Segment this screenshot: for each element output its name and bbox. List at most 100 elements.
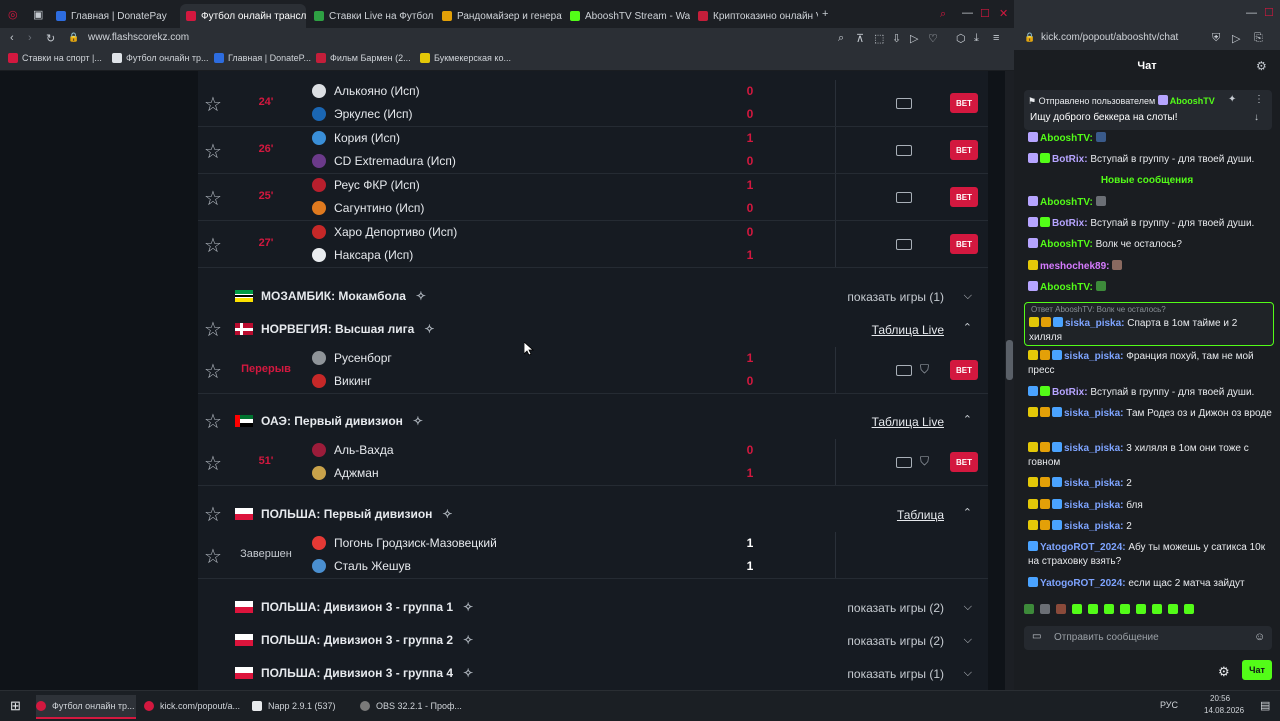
pinned-message[interactable]: ⚑ Отправлено пользователем AbooshTV Ищу … (1024, 90, 1272, 130)
chat-username[interactable]: siska_piska: (1065, 318, 1125, 329)
taskbar-item[interactable]: kick.com/popout/a... (144, 695, 244, 717)
favorite-star-icon[interactable]: ☆ (204, 359, 222, 384)
download-icon[interactable]: ⇩ (892, 32, 901, 45)
scrollbar-thumb[interactable] (1006, 340, 1013, 380)
bookmark-item[interactable]: Ставки на спорт |... (8, 53, 102, 63)
favorite-star-icon[interactable]: ☆ (204, 92, 222, 117)
page-scrollbar[interactable] (1005, 71, 1014, 690)
share-icon[interactable]: ⎘ (1254, 32, 1263, 45)
windows-start-icon[interactable]: ⊞ (10, 698, 21, 714)
chat-settings-gear-icon[interactable]: ⚙ (1218, 664, 1230, 680)
pin-icon[interactable]: ✧ (416, 289, 426, 303)
emote-icon[interactable] (1184, 604, 1194, 614)
match-row[interactable]: ☆ 51' Аль-Вахда Аджман 0 1 ⛉ BET (198, 439, 988, 486)
emote-icon[interactable] (1136, 604, 1146, 614)
emote-icon[interactable] (1088, 604, 1098, 614)
new-tab-icon[interactable]: + (822, 8, 828, 20)
show-games-link[interactable]: показать игры (1) (847, 667, 944, 681)
bet-button[interactable]: BET (950, 360, 978, 380)
downloads-icon[interactable]: ⤓ (974, 32, 979, 45)
favorite-star-icon[interactable]: ☆ (204, 451, 222, 476)
favorite-star-icon[interactable]: ☆ (204, 409, 222, 434)
tv-icon[interactable] (896, 192, 912, 203)
lineup-shirt-icon[interactable]: ⛉ (920, 454, 929, 469)
standings-link[interactable]: Таблица (897, 508, 944, 522)
chat-username[interactable]: YatogoROT_2024: (1040, 578, 1126, 589)
chat-username[interactable]: siska_piska: (1064, 521, 1124, 532)
standings-live-link[interactable]: Таблица Live (872, 323, 944, 337)
chat-username[interactable]: siska_piska: (1064, 408, 1124, 419)
chat-username[interactable]: YatogoROT_2024: (1040, 542, 1126, 553)
match-row[interactable]: ☆ Завершен Погонь Гродзиск-Мазовецкий Ст… (198, 532, 988, 579)
chat-username[interactable]: AbooshTV: (1040, 133, 1093, 144)
match-row[interactable]: ☆ Перерыв Русенборг Викинг 1 0 ⛉ BET (198, 347, 988, 394)
maximize-icon[interactable]: ☐ (980, 7, 990, 20)
shield-icon[interactable]: ⛨ (1212, 32, 1220, 45)
tv-icon[interactable] (896, 239, 912, 250)
match-row[interactable]: ☆ 25' Реус ФКР (Исп) Сагунтино (Исп) 1 0… (198, 174, 988, 221)
bet-button[interactable]: BET (950, 234, 978, 254)
search-tabs-icon[interactable]: ⌕ (940, 8, 946, 21)
match-row[interactable]: ☆ 26' Кория (Исп) CD Extremadura (Исп) 1… (198, 127, 988, 174)
workspaces-icon[interactable]: ▣ (33, 8, 43, 21)
bookmark-item[interactable]: Букмекерская ко... (420, 53, 511, 63)
chat-username[interactable]: siska_piska: (1064, 443, 1124, 454)
tab-kick[interactable]: AbooshTV Stream - Watch (564, 4, 690, 28)
reload-icon[interactable]: ↻ (46, 32, 55, 45)
minimize-icon[interactable]: — (962, 7, 973, 19)
chevron-up-icon[interactable]: ⌃ (963, 413, 972, 426)
favorite-star-icon[interactable]: ☆ (204, 544, 222, 569)
lineup-shirt-icon[interactable]: ⛉ (920, 362, 929, 377)
emote-icon[interactable] (1056, 604, 1066, 614)
tv-icon[interactable] (896, 145, 912, 156)
chat-settings-icon[interactable]: ⚙ (1256, 59, 1267, 73)
player-icon[interactable]: ▷ (910, 32, 918, 45)
more-icon[interactable]: ⋮ (1254, 94, 1264, 105)
tv-icon[interactable] (896, 457, 912, 468)
unpin-icon[interactable]: ✦ (1228, 94, 1236, 105)
expand-icon[interactable]: ↓ (1254, 112, 1259, 123)
pin-icon[interactable]: ✧ (463, 666, 473, 680)
chat-username[interactable]: AbooshTV: (1040, 282, 1093, 293)
pin-icon[interactable]: ✧ (463, 600, 473, 614)
bet-button[interactable]: BET (950, 93, 978, 113)
maximize-icon[interactable]: ☐ (1264, 6, 1274, 19)
emote-icon[interactable] (1072, 604, 1082, 614)
show-games-link[interactable]: показать игры (2) (847, 601, 944, 615)
emote-icon[interactable] (1152, 604, 1162, 614)
match-row[interactable]: ☆ 27' Харо Депортиво (Исп) Наксара (Исп)… (198, 221, 988, 268)
taskbar-item[interactable]: Футбол онлайн тр... (36, 695, 136, 719)
league-header-poland-3-g2[interactable]: ПОЛЬША: Дивизион 3 - группа 2 ✧ показать … (198, 624, 988, 657)
tv-icon[interactable] (896, 98, 912, 109)
chat-username[interactable]: BotRix: (1052, 387, 1088, 398)
bet-button[interactable]: BET (950, 140, 978, 160)
back-icon[interactable]: ‹ (10, 32, 14, 44)
chat-username[interactable]: BotRix: (1052, 218, 1088, 229)
pin-icon[interactable]: ✧ (413, 414, 423, 428)
emote-icon[interactable] (1120, 604, 1130, 614)
tv-icon[interactable] (896, 365, 912, 376)
player-icon[interactable]: ▷ (1232, 32, 1240, 45)
pin-icon[interactable]: ⊼ (856, 32, 864, 45)
favorite-star-icon[interactable]: ☆ (204, 186, 222, 211)
opera-logo-icon[interactable]: ◎ (8, 8, 18, 21)
chevron-down-icon[interactable]: ⌵ (964, 290, 972, 303)
wallet-icon[interactable]: ⬡ (956, 32, 966, 45)
chat-username[interactable]: siska_piska: (1064, 500, 1124, 511)
taskbar-item[interactable]: OBS 32.2.1 - Проф... (360, 695, 462, 717)
url-field[interactable]: www.flashscorekz.com (88, 32, 189, 43)
snapshot-icon[interactable]: ⬚ (874, 32, 884, 45)
menu-icon[interactable]: ≡ (993, 32, 999, 44)
tab-donatepay[interactable]: Главная | DonatePay (50, 4, 176, 28)
league-header-uae[interactable]: ☆ ОАЭ: Первый дивизион ✧ Таблица Live ⌃ (198, 405, 988, 438)
emote-icon[interactable] (1104, 604, 1114, 614)
show-games-link[interactable]: показать игры (2) (847, 634, 944, 648)
heart-icon[interactable]: ♡ (928, 32, 938, 45)
bookmark-item[interactable]: Фильм Бармен (2... (316, 53, 411, 63)
zoom-icon[interactable]: ⌕ (838, 32, 844, 45)
chevron-down-icon[interactable]: ⌵ (964, 634, 972, 647)
chat-username[interactable]: siska_piska: (1064, 351, 1124, 362)
favorite-star-icon[interactable]: ☆ (204, 317, 222, 342)
chat-username[interactable]: siska_piska: (1064, 478, 1124, 489)
notifications-icon[interactable]: ▤ (1260, 699, 1270, 712)
